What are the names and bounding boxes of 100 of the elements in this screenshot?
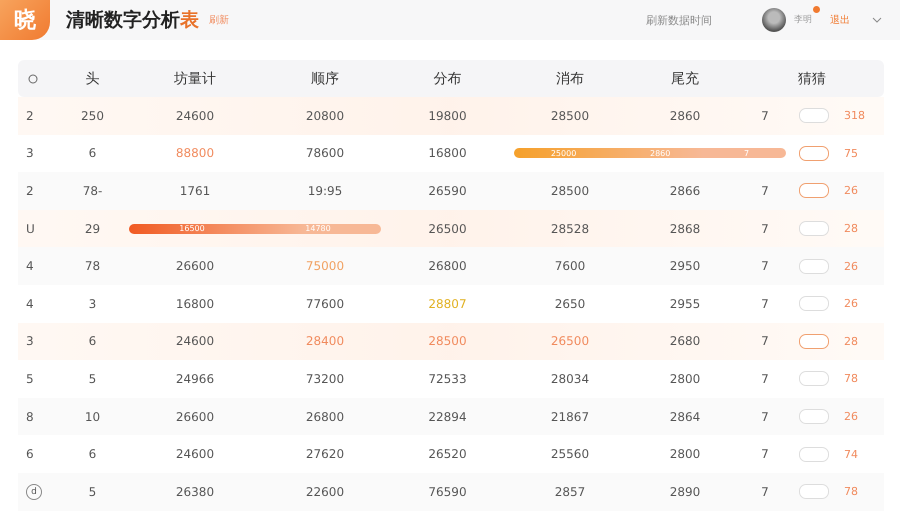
table-cell: 24600 bbox=[176, 108, 214, 123]
bar-label: 2860 bbox=[650, 148, 670, 158]
table-cell: 78- bbox=[82, 184, 102, 198]
table-cell: 28528 bbox=[550, 222, 590, 236]
row-index: 6 bbox=[26, 447, 34, 462]
bar-label: 7 bbox=[744, 148, 750, 158]
score-text: 26 bbox=[844, 410, 858, 424]
circle-icon bbox=[28, 74, 38, 84]
table-cell: 28034 bbox=[550, 372, 590, 386]
row-index: 5 bbox=[26, 372, 34, 386]
table-cell: 24600 bbox=[176, 447, 214, 462]
table-cell: 28500 bbox=[428, 334, 467, 348]
title-tag: 刷新 bbox=[209, 13, 229, 27]
table-cell: 28400 bbox=[306, 334, 344, 348]
table-cell: 2955 bbox=[670, 296, 700, 311]
avatar-icon[interactable] bbox=[762, 8, 786, 32]
table-cell: 77600 bbox=[306, 296, 344, 311]
table-cell: 20800 bbox=[306, 108, 344, 123]
toggle-switch[interactable] bbox=[799, 183, 829, 198]
table-cell: 16800 bbox=[428, 146, 467, 160]
column-header: 头 bbox=[86, 70, 100, 88]
table-cell: 28500 bbox=[550, 184, 590, 198]
table-cell: 7 bbox=[761, 108, 769, 123]
column-header: 顺序 bbox=[311, 70, 339, 88]
table-cell: 26380 bbox=[176, 484, 214, 499]
logout-link[interactable]: 退出 bbox=[830, 13, 850, 27]
table-cell: 26500 bbox=[428, 222, 467, 236]
table-cell: 2868 bbox=[670, 222, 700, 236]
toggle-switch[interactable] bbox=[799, 484, 829, 500]
table-cell: 26800 bbox=[306, 410, 344, 424]
table-cell: 19800 bbox=[428, 108, 467, 123]
score-text: 28 bbox=[844, 222, 858, 236]
table-cell: 73200 bbox=[306, 372, 344, 386]
chevron-down-icon[interactable] bbox=[872, 17, 882, 23]
toggle-switch[interactable] bbox=[799, 146, 829, 161]
bar-label: 25000 bbox=[550, 148, 576, 158]
table-cell: 78 bbox=[84, 259, 100, 274]
table-cell: 2866 bbox=[670, 184, 700, 198]
toggle-switch[interactable] bbox=[799, 221, 829, 236]
row-index: 2 bbox=[26, 108, 34, 123]
score-text: 26 bbox=[844, 184, 858, 198]
table-cell: 26600 bbox=[176, 259, 214, 274]
table-cell: 24600 bbox=[176, 334, 214, 348]
toggle-switch[interactable] bbox=[799, 296, 829, 312]
table-cell: 72533 bbox=[428, 372, 467, 386]
score-text: 26 bbox=[844, 297, 858, 310]
table-cell: 2890 bbox=[670, 484, 700, 499]
toggle-switch[interactable] bbox=[799, 409, 829, 424]
table-cell: 5 bbox=[88, 372, 96, 386]
table-cell: 2864 bbox=[670, 410, 700, 424]
table-cell: 26520 bbox=[428, 447, 467, 462]
score-text: 78 bbox=[844, 372, 858, 386]
table-cell: 2800 bbox=[670, 372, 700, 386]
table-cell: 7 bbox=[761, 296, 769, 311]
column-header: 坊量计 bbox=[174, 70, 216, 88]
table-cell: 2857 bbox=[554, 484, 586, 499]
score-text: 74 bbox=[844, 448, 858, 461]
table-cell: 27620 bbox=[306, 447, 344, 462]
table-cell: 1761 bbox=[180, 184, 210, 198]
table-cell: 2950 bbox=[670, 259, 700, 274]
toggle-switch[interactable] bbox=[799, 108, 829, 124]
table-cell: 2680 bbox=[670, 334, 700, 348]
toggle-switch[interactable] bbox=[799, 334, 829, 349]
toggle-switch[interactable] bbox=[799, 371, 829, 386]
table-cell: 28500 bbox=[550, 108, 590, 123]
column-header: 猜猜 bbox=[798, 70, 826, 88]
table-cell: 22894 bbox=[428, 410, 467, 424]
app-logo: 晓 bbox=[0, 0, 50, 40]
table-cell: 7 bbox=[761, 410, 769, 424]
toggle-switch[interactable] bbox=[799, 446, 829, 462]
table-cell: 29 bbox=[84, 222, 100, 236]
table-cell: 26800 bbox=[428, 259, 467, 274]
table-cell: 7 bbox=[761, 259, 769, 274]
table-cell: 6 bbox=[88, 146, 96, 160]
table-cell: 16800 bbox=[176, 296, 214, 311]
table-cell: 7 bbox=[761, 222, 769, 236]
row-index: 8 bbox=[26, 410, 34, 424]
table-cell: 26590 bbox=[428, 184, 467, 198]
row-index: 4 bbox=[26, 296, 34, 311]
table-cell: 5 bbox=[88, 484, 96, 499]
table-cell: 3 bbox=[88, 296, 96, 311]
table-cell: 7 bbox=[761, 184, 769, 198]
table-cell: 24966 bbox=[176, 372, 214, 386]
score-text: 318 bbox=[844, 109, 865, 122]
table-cell: 250 bbox=[81, 108, 104, 123]
table-cell: 25560 bbox=[550, 447, 590, 462]
row-index: 2 bbox=[26, 184, 34, 198]
toggle-switch[interactable] bbox=[799, 258, 829, 274]
table-cell: 7 bbox=[761, 447, 769, 462]
table-cell: 7 bbox=[761, 334, 769, 348]
update-time-text: 刷新数据时间 bbox=[646, 12, 712, 28]
table-cell: 6 bbox=[88, 447, 96, 462]
table-cell: 26600 bbox=[176, 410, 214, 424]
column-header: 尾充 bbox=[671, 70, 699, 88]
row-index: 4 bbox=[26, 259, 34, 274]
table-cell: 7 bbox=[761, 372, 769, 386]
page-title: 清晰数字分析表 bbox=[66, 8, 199, 33]
score-text: 26 bbox=[844, 260, 858, 273]
row-index: 3 bbox=[26, 146, 34, 160]
user-name: 李明 bbox=[794, 14, 812, 26]
